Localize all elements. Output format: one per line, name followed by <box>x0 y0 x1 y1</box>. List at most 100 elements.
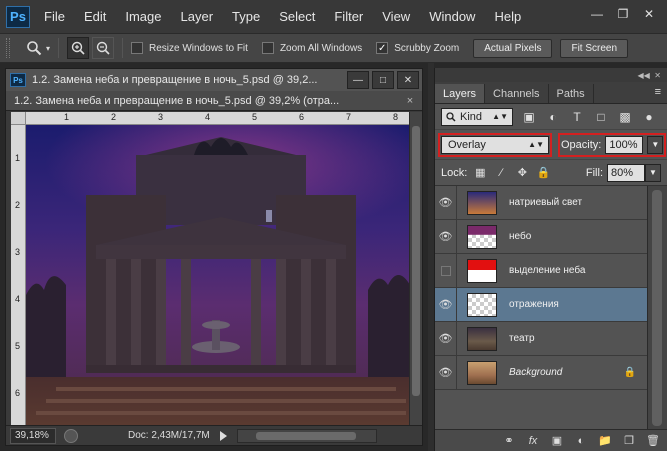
tab-close-icon[interactable]: × <box>402 95 418 107</box>
menu-filter[interactable]: Filter <box>334 9 363 24</box>
fx-icon[interactable]: fx <box>526 434 540 448</box>
chevron-down-icon: ▾ <box>46 43 51 53</box>
chevron-updown-icon: ▲▼ <box>528 140 544 149</box>
link-layers-icon[interactable]: ⚭ <box>502 434 516 448</box>
ruler-v-tick-label: 5 <box>15 341 21 351</box>
opacity-input[interactable]: 100% <box>605 135 644 154</box>
eye-icon[interactable]: 👁 <box>435 287 457 322</box>
layer-row[interactable]: выделение неба <box>435 253 648 288</box>
ruler-h-tick-label: 2 <box>111 112 117 122</box>
vertical-scrollbar[interactable] <box>409 112 422 425</box>
shape-filter-icon[interactable]: □ <box>593 109 609 125</box>
horizontal-ruler[interactable]: 1 2 3 4 5 6 7 8 <box>26 112 410 125</box>
status-menu-arrow-icon[interactable] <box>219 430 227 441</box>
restore-icon[interactable]: ❐ <box>611 4 635 24</box>
layer-row[interactable]: 👁 небо <box>435 219 648 254</box>
tab-channels[interactable]: Channels <box>485 84 549 103</box>
filter-toggle-icon[interactable]: ● <box>641 109 657 125</box>
menu-select[interactable]: Select <box>279 9 315 24</box>
vertical-ruler[interactable]: 1 2 3 4 5 6 <box>11 125 26 425</box>
ruler-h-tick-label: 8 <box>393 112 399 122</box>
minimize-icon[interactable]: — <box>585 4 609 24</box>
resize-windows-checkbox[interactable]: Resize Windows to Fit <box>131 42 248 54</box>
zoom-out-button[interactable] <box>92 37 115 59</box>
tab-paths[interactable]: Paths <box>549 84 594 103</box>
layer-thumbnail <box>467 224 497 249</box>
tab-layers[interactable]: Layers <box>435 84 486 103</box>
ruler-h-tick-label: 6 <box>299 112 305 122</box>
smart-object-filter-icon[interactable]: ▩ <box>617 109 633 125</box>
scrubby-zoom-checkbox[interactable]: ✓ Scrubby Zoom <box>376 42 459 54</box>
new-group-folder-icon[interactable]: 📁 <box>598 434 612 448</box>
lock-row: Lock: ▦ ∕ ✥ 🔒 Fill: 80% ▼ <box>435 160 667 186</box>
lock-transparency-icon[interactable]: ▦ <box>473 166 487 180</box>
layer-thumbnail <box>467 292 497 317</box>
layer-row[interactable]: 👁 натриевый свет <box>435 185 648 220</box>
photoshop-logo: Ps <box>6 5 30 28</box>
lock-position-move-icon[interactable]: ✥ <box>515 166 529 180</box>
menu-view[interactable]: View <box>382 9 410 24</box>
adjustment-layer-icon[interactable]: ◐ <box>574 434 588 448</box>
adjustment-filter-icon[interactable]: ◐ <box>545 109 561 125</box>
layer-row[interactable]: 👁 Background 🔒 <box>435 355 648 390</box>
actual-pixels-button[interactable]: Actual Pixels <box>473 38 553 58</box>
photoshop-doc-icon: Ps <box>10 73 26 87</box>
opacity-dropdown-icon[interactable]: ▼ <box>647 135 664 154</box>
zoom-all-checkbox[interactable]: Zoom All Windows <box>261 42 362 54</box>
document-tab[interactable]: 1.2. Замена неба и превращение в ночь_5.… <box>6 91 422 111</box>
layer-row-selected[interactable]: 👁 отражения <box>435 287 648 322</box>
zoom-icon <box>27 41 42 56</box>
doc-maximize-icon[interactable]: □ <box>372 71 394 89</box>
menu-edit[interactable]: Edit <box>84 9 106 24</box>
pixel-filter-icon[interactable]: ▣ <box>521 109 537 125</box>
zoom-in-icon <box>71 41 85 55</box>
image-canvas[interactable] <box>26 125 410 425</box>
add-mask-icon[interactable]: ▣ <box>550 434 564 448</box>
panel-close-icon[interactable]: ✕ <box>654 71 661 80</box>
panel-collapse-bar[interactable]: ◀◀ ✕ <box>435 68 667 82</box>
trash-icon[interactable]: 🗑 <box>646 434 660 448</box>
status-info-icon[interactable] <box>64 428 78 443</box>
horizontal-scroll-thumb[interactable] <box>255 431 356 440</box>
zoom-in-button[interactable] <box>67 37 90 59</box>
menu-help[interactable]: Help <box>494 9 521 24</box>
layers-scroll-thumb[interactable] <box>652 190 662 426</box>
eye-icon[interactable]: 👁 <box>435 185 457 220</box>
document-titlebar[interactable]: Ps 1.2. Замена неба и превращение в ночь… <box>6 69 422 91</box>
menu-type[interactable]: Type <box>232 9 260 24</box>
lock-all-icon[interactable]: 🔒 <box>536 166 550 180</box>
fit-screen-button[interactable]: Fit Screen <box>560 38 629 58</box>
options-grip[interactable] <box>6 38 10 58</box>
blend-mode-select[interactable]: Overlay ▲▼ <box>438 132 552 157</box>
layers-scrollbar[interactable] <box>647 186 667 429</box>
menu-file[interactable]: File <box>44 9 65 24</box>
fill-input[interactable]: 80% <box>607 163 645 182</box>
lock-icon: 🔒 <box>623 367 636 378</box>
menu-window[interactable]: Window <box>429 9 475 24</box>
doc-close-icon[interactable]: ✕ <box>397 71 419 89</box>
close-icon[interactable]: ✕ <box>637 4 661 24</box>
zoom-tool-preset[interactable]: ▾ <box>26 40 50 56</box>
vertical-scroll-thumb[interactable] <box>412 126 420 396</box>
ruler-v-tick-label: 4 <box>15 294 21 304</box>
lock-image-brush-icon[interactable]: ∕ <box>494 166 508 180</box>
fill-dropdown-icon[interactable]: ▼ <box>645 163 661 182</box>
eye-icon[interactable]: 👁 <box>435 355 457 390</box>
zoom-level-field[interactable]: 39,18% <box>10 427 56 444</box>
menu-image[interactable]: Image <box>125 9 161 24</box>
ruler-origin[interactable] <box>11 112 26 125</box>
collapse-icon[interactable]: ◀◀ <box>638 71 650 80</box>
kind-filter-select[interactable]: Kind ▲▼ <box>441 107 513 126</box>
panel-menu-icon[interactable]: ≡ <box>655 86 661 98</box>
menu-layer[interactable]: Layer <box>181 9 214 24</box>
eye-icon[interactable]: 👁 <box>435 219 457 254</box>
night-theatre-image <box>26 125 410 425</box>
layer-row[interactable]: 👁 театр <box>435 321 648 356</box>
doc-minimize-icon[interactable]: — <box>347 71 369 89</box>
type-filter-icon[interactable]: T <box>569 109 585 125</box>
eye-hidden-icon[interactable] <box>435 253 457 288</box>
horizontal-scrollbar[interactable] <box>236 428 377 443</box>
new-layer-icon[interactable]: ❐ <box>622 434 636 448</box>
eye-icon[interactable]: 👁 <box>435 321 457 356</box>
search-icon <box>446 111 456 122</box>
